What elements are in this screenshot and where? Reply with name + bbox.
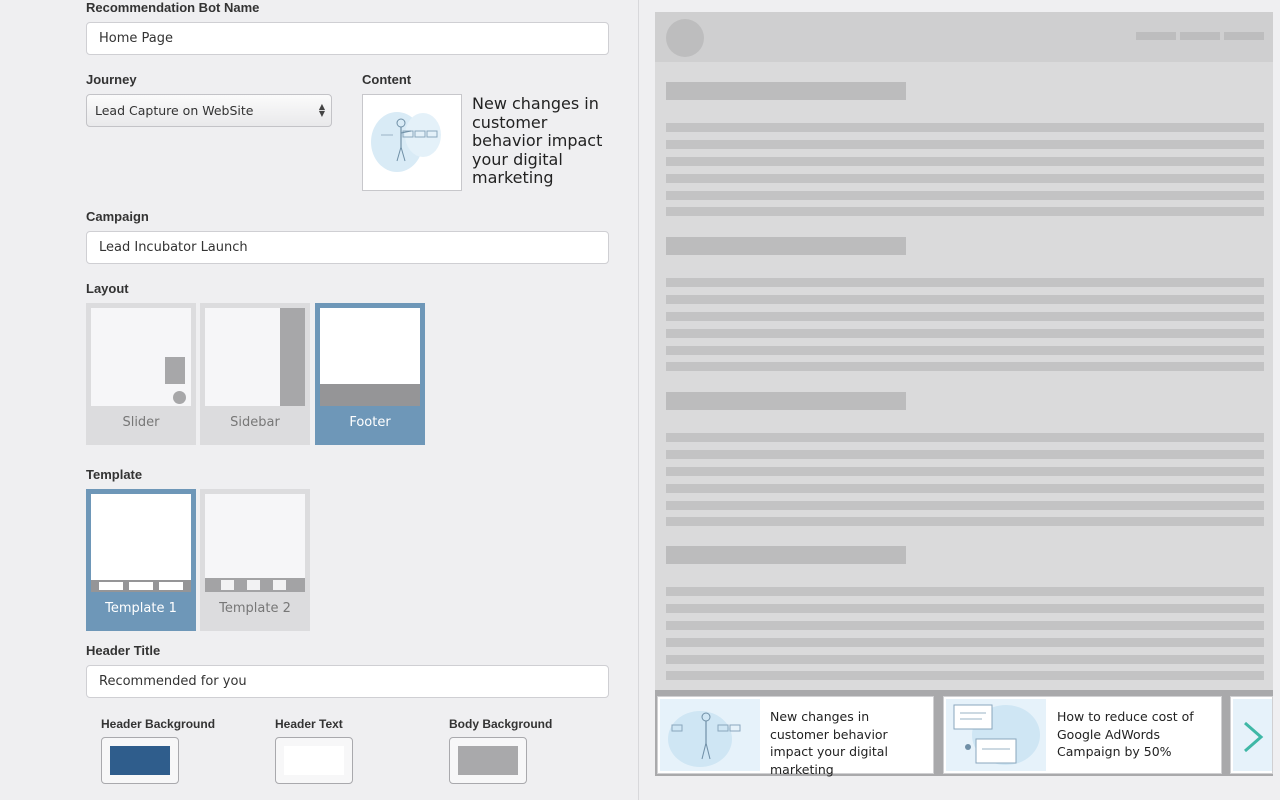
text-placeholder: [666, 329, 1264, 338]
menu-placeholder: [1224, 32, 1264, 40]
settings-panel: Recommendation Bot Name Home Page Journe…: [0, 0, 638, 800]
text-placeholder: [666, 278, 1264, 287]
menu-placeholder: [1180, 32, 1220, 40]
next-recommendation-button[interactable]: [1230, 696, 1273, 774]
content-title: New changes in customer behavior impact …: [472, 94, 603, 187]
text-placeholder: [666, 467, 1264, 476]
header-text-swatch: [284, 746, 344, 775]
text-placeholder: [666, 587, 1264, 596]
chevron-right-icon: [1244, 721, 1264, 753]
text-placeholder: [666, 638, 1264, 647]
select-arrows-icon: ▲ ▼: [318, 102, 325, 118]
card-thumbnail: [660, 699, 760, 771]
layout-footer-option[interactable]: Footer: [315, 303, 425, 445]
header-background-picker[interactable]: [101, 737, 179, 784]
text-placeholder: [666, 157, 1264, 166]
recommendation-card[interactable]: New changes in customer behavior impact …: [657, 696, 934, 777]
text-placeholder: [666, 140, 1264, 149]
text-placeholder: [666, 207, 1264, 216]
journey-select-value: Lead Capture on WebSite: [95, 103, 254, 118]
text-placeholder: [666, 655, 1264, 664]
template-2-preview: [205, 494, 305, 592]
card-title: How to reduce cost of Google AdWords Cam…: [1057, 709, 1194, 759]
template-1-preview: [91, 494, 191, 592]
heading-placeholder: [666, 82, 906, 100]
text-placeholder: [666, 433, 1264, 442]
header-background-label: Header Background: [101, 717, 216, 731]
heading-placeholder: [666, 546, 906, 564]
layout-footer-label: Footer: [349, 415, 391, 430]
text-placeholder: [666, 174, 1264, 183]
layout-sidebar-option[interactable]: Sidebar: [200, 303, 310, 445]
header-text-picker[interactable]: [275, 737, 353, 784]
layout-label: Layout: [86, 281, 129, 296]
marketing-illustration-icon: [668, 711, 741, 767]
text-placeholder: [666, 191, 1264, 200]
content-illustration-icon: [371, 112, 441, 172]
heading-placeholder: [666, 237, 906, 255]
content-thumbnail[interactable]: [362, 94, 462, 191]
card-title: New changes in customer behavior impact …: [770, 709, 888, 777]
sidebar-preview: [205, 308, 305, 406]
layout-slider-label: Slider: [122, 415, 160, 430]
journey-select[interactable]: Lead Capture on WebSite ▲ ▼: [86, 94, 332, 127]
header-background-swatch: [110, 746, 170, 775]
header-title-input[interactable]: Recommended for you: [86, 665, 609, 698]
adwords-illustration-icon: [953, 704, 1040, 765]
body-background-picker[interactable]: [449, 737, 527, 784]
card-thumbnail: [946, 699, 1046, 771]
layout-slider-option[interactable]: Slider: [86, 303, 196, 445]
header-title-label: Header Title: [86, 643, 161, 658]
template-2-option[interactable]: Template 2: [200, 489, 310, 631]
avatar: [666, 19, 704, 57]
content-label: Content: [362, 72, 412, 87]
footer-preview: [320, 308, 420, 406]
template-1-label: Template 1: [105, 601, 177, 616]
text-placeholder: [666, 604, 1264, 613]
header-text-label: Header Text: [275, 717, 343, 731]
journey-label: Journey: [86, 72, 137, 87]
bot-name-input[interactable]: Home Page: [86, 22, 609, 55]
campaign-label: Campaign: [86, 209, 149, 224]
text-placeholder: [666, 621, 1264, 630]
text-placeholder: [666, 123, 1264, 132]
text-placeholder: [666, 346, 1264, 355]
template-2-label: Template 2: [219, 601, 291, 616]
text-placeholder: [666, 295, 1264, 304]
template-1-option[interactable]: Template 1: [86, 489, 196, 631]
preview-header: [655, 12, 1273, 62]
body-background-label: Body Background: [449, 717, 553, 731]
text-placeholder: [666, 312, 1264, 321]
slider-preview: [91, 308, 191, 406]
heading-placeholder: [666, 392, 906, 410]
text-placeholder: [666, 484, 1264, 493]
text-placeholder: [666, 450, 1264, 459]
text-placeholder: [666, 517, 1264, 526]
bot-name-label: Recommendation Bot Name: [86, 0, 260, 15]
recommendation-card[interactable]: How to reduce cost of Google AdWords Cam…: [943, 696, 1222, 774]
body-background-swatch: [458, 746, 518, 775]
text-placeholder: [666, 671, 1264, 680]
text-placeholder: [666, 501, 1264, 510]
text-placeholder: [666, 362, 1264, 371]
layout-sidebar-label: Sidebar: [230, 415, 280, 430]
template-label: Template: [86, 467, 143, 482]
menu-placeholder: [1136, 32, 1176, 40]
campaign-input[interactable]: Lead Incubator Launch: [86, 231, 609, 264]
website-preview: [655, 12, 1273, 695]
